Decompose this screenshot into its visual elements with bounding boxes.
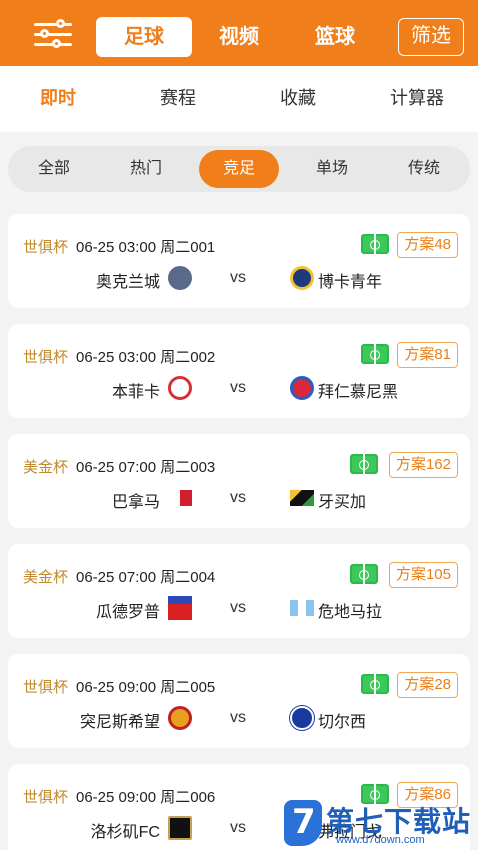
home-team: 突尼斯希望 xyxy=(79,714,160,731)
pitch-icon[interactable] xyxy=(361,674,389,694)
category-filters: 全部 热门 竞足 单场 传统 xyxy=(8,146,470,192)
pitch-icon[interactable] xyxy=(361,234,389,254)
home-crest-icon xyxy=(168,376,192,400)
league-name: 世俱杯 xyxy=(23,349,69,366)
guatemala-flag-icon xyxy=(290,600,314,616)
sliders-icon[interactable] xyxy=(34,19,72,51)
away-team: 危地马拉 xyxy=(318,604,383,621)
watermark-logo-icon xyxy=(284,800,322,846)
vs-label: vs xyxy=(230,489,246,506)
vs-label: vs xyxy=(230,709,246,726)
match-card[interactable]: 美金杯 06-25 07:00 周二003 方案162 巴拿马 vs 牙买加 xyxy=(8,434,470,528)
away-team: 拜仁慕尼黑 xyxy=(318,384,399,401)
home-crest-icon xyxy=(168,706,192,730)
filter-all[interactable]: 全部 xyxy=(14,146,94,192)
filter-traditional[interactable]: 传统 xyxy=(384,146,464,192)
tab-football[interactable]: 足球 xyxy=(96,17,192,57)
plan-badge[interactable]: 方案28 xyxy=(397,672,458,698)
vs-label: vs xyxy=(230,379,246,396)
home-team: 洛杉矶FC xyxy=(90,824,160,841)
match-time: 06-25 09:00 周二005 xyxy=(76,679,216,696)
league-name: 美金杯 xyxy=(23,459,69,476)
pitch-icon[interactable] xyxy=(350,454,378,474)
panama-flag-icon xyxy=(168,490,192,506)
filter-single[interactable]: 单场 xyxy=(292,146,372,192)
pitch-icon[interactable] xyxy=(361,344,389,364)
top-bar: 足球 视频 篮球 筛选 xyxy=(0,0,478,66)
away-crest-icon xyxy=(290,706,314,730)
league-name: 美金杯 xyxy=(23,569,69,586)
plan-badge[interactable]: 方案48 xyxy=(397,232,458,258)
home-team: 瓜德罗普 xyxy=(95,604,160,621)
filter-jingzu[interactable]: 竞足 xyxy=(199,150,279,188)
pitch-icon[interactable] xyxy=(350,564,378,584)
match-time: 06-25 07:00 周二003 xyxy=(76,459,216,476)
plan-badge[interactable]: 方案162 xyxy=(388,452,458,478)
tab-live[interactable]: 即时 xyxy=(40,84,76,110)
home-crest-icon xyxy=(168,266,192,290)
jamaica-flag-icon xyxy=(290,490,314,506)
league-name: 世俱杯 xyxy=(23,789,69,806)
away-crest-icon xyxy=(290,266,314,290)
away-team: 牙买加 xyxy=(318,494,367,511)
sub-tabs: 即时 赛程 收藏 计算器 xyxy=(0,66,478,132)
match-card[interactable]: 世俱杯 06-25 03:00 周二002 方案81 本菲卡 vs 拜仁慕尼黑 xyxy=(8,324,470,418)
match-card[interactable]: 美金杯 06-25 07:00 周二004 方案105 瓜德罗普 vs 危地马拉 xyxy=(8,544,470,638)
vs-label: vs xyxy=(230,599,246,616)
watermark-url: www.d7down.com xyxy=(336,834,425,846)
league-name: 世俱杯 xyxy=(23,239,69,256)
league-name: 世俱杯 xyxy=(23,679,69,696)
tab-video[interactable]: 视频 xyxy=(204,17,274,57)
filter-button[interactable]: 筛选 xyxy=(398,18,464,56)
away-crest-icon xyxy=(290,376,314,400)
home-team: 奥克兰城 xyxy=(95,274,160,291)
home-team: 本菲卡 xyxy=(111,384,160,401)
tab-schedule[interactable]: 赛程 xyxy=(160,84,196,110)
match-time: 06-25 03:00 周二002 xyxy=(76,349,216,366)
plan-badge[interactable]: 方案105 xyxy=(388,562,458,588)
tab-basketball[interactable]: 篮球 xyxy=(300,17,370,57)
match-time: 06-25 09:00 周二006 xyxy=(76,789,216,806)
home-team: 巴拿马 xyxy=(111,494,160,511)
home-crest-icon xyxy=(168,816,192,840)
match-time: 06-25 03:00 周二001 xyxy=(76,239,216,256)
tab-calculator[interactable]: 计算器 xyxy=(390,84,444,110)
match-card[interactable]: 世俱杯 06-25 03:00 周二001 方案48 奥克兰城 vs 博卡青年 xyxy=(8,214,470,308)
away-team: 切尔西 xyxy=(318,714,367,731)
match-time: 06-25 07:00 周二004 xyxy=(76,569,216,586)
filter-hot[interactable]: 热门 xyxy=(106,146,186,192)
guadeloupe-flag-icon xyxy=(168,596,192,620)
away-team: 博卡青年 xyxy=(318,274,383,291)
watermark: 第七下载站 www.d7down.com xyxy=(284,800,478,850)
match-card[interactable]: 世俱杯 06-25 09:00 周二005 方案28 突尼斯希望 vs 切尔西 xyxy=(8,654,470,748)
vs-label: vs xyxy=(230,819,246,836)
plan-badge[interactable]: 方案81 xyxy=(397,342,458,368)
tab-favorites[interactable]: 收藏 xyxy=(280,84,316,110)
vs-label: vs xyxy=(230,269,246,286)
